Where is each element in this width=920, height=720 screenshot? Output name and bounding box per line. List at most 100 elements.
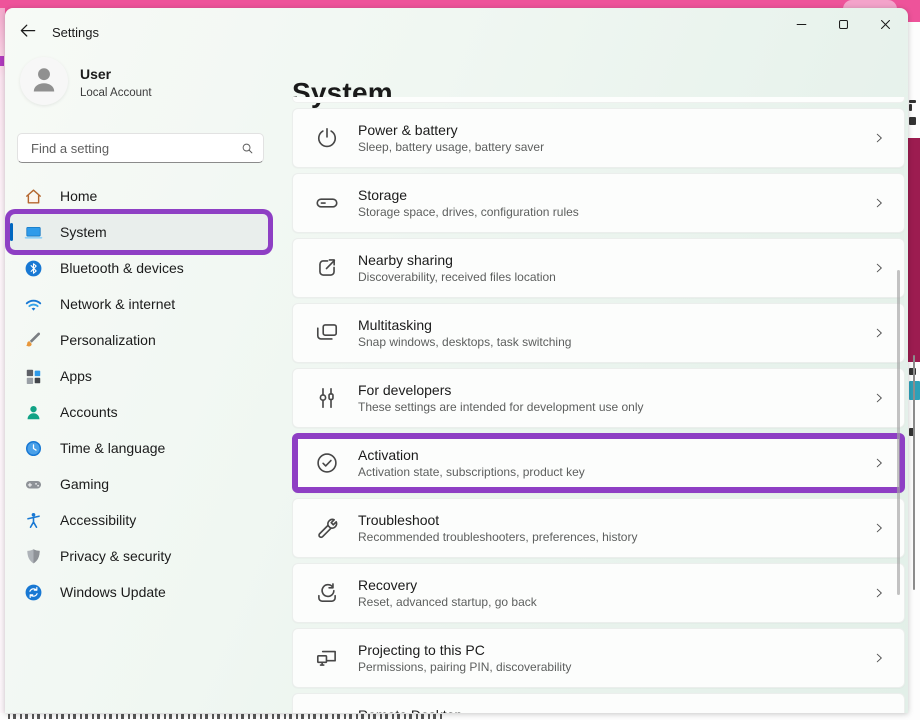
sidebar-item-label: System [60,224,107,240]
row-text: Storage Storage space, drives, configura… [358,187,579,219]
sidebar-item-label: Personalization [60,332,156,348]
settings-row-remote-desktop[interactable]: Remote Desktop [292,693,905,713]
network-icon [24,295,43,314]
settings-row-projecting-to-this-pc[interactable]: Projecting to this PC Permissions, pairi… [292,628,905,688]
page-edge-fragment [909,100,916,103]
sidebar-item-system[interactable]: System [10,214,268,250]
chevron-right-icon [872,586,886,600]
person-icon [27,62,61,101]
chevron-right-icon [872,261,886,275]
search-box[interactable] [17,133,264,163]
row-text: Remote Desktop [358,707,462,714]
sidebar-item-network-internet[interactable]: Network & internet [10,286,268,322]
sidebar-item-gaming[interactable]: Gaming [10,466,268,502]
minimize-button[interactable] [780,10,822,38]
sidebar-item-label: Accounts [60,404,118,420]
row-text: For developers These settings are intend… [358,382,644,414]
selection-pill [10,223,13,241]
settings-row-troubleshoot[interactable]: Troubleshoot Recommended troubleshooters… [292,498,905,558]
sidebar-item-label: Time & language [60,440,165,456]
chevron-right-icon [872,456,886,470]
sidebar-item-home[interactable]: Home [10,178,268,214]
sidebar-item-privacy-security[interactable]: Privacy & security [10,538,268,574]
search-input[interactable] [29,140,240,157]
chevron-right-icon [872,521,886,535]
system-icon [24,223,43,242]
row-text: Projecting to this PC Permissions, pairi… [358,642,571,674]
row-text: Nearby sharing Discoverability, received… [358,252,556,284]
windows-update-icon [24,583,43,602]
search-icon[interactable] [240,141,255,156]
row-title: Activation [358,447,585,463]
activation-icon [314,450,340,476]
settings-row-multitasking[interactable]: Multitasking Snap windows, desktops, tas… [292,303,905,363]
back-button[interactable] [16,18,42,44]
accounts-icon [24,403,43,422]
page-edge-text-fragment [8,714,444,719]
sidebar-item-accounts[interactable]: Accounts [10,394,268,430]
settings-row-power-battery[interactable]: Power & battery Sleep, battery usage, ba… [292,108,905,168]
row-text: Recovery Reset, advanced startup, go bac… [358,577,537,609]
row-title: For developers [358,382,644,398]
sidebar-item-windows-update[interactable]: Windows Update [10,574,268,610]
sidebar-item-apps[interactable]: Apps [10,358,268,394]
settings-row-for-developers[interactable]: For developers These settings are intend… [292,368,905,428]
privacy-security-icon [24,547,43,566]
personalization-icon [24,331,43,350]
settings-row-activation[interactable]: Activation Activation state, subscriptio… [292,433,905,493]
row-title: Remote Desktop [358,707,462,714]
accessibility-icon [24,511,43,530]
chevron-right-icon [872,651,886,665]
home-icon [24,187,43,206]
row-title: Multitasking [358,317,571,333]
sidebar-item-label: Privacy & security [60,548,171,564]
gaming-icon [24,475,43,494]
page-edge-fragment [908,138,920,362]
row-text: Troubleshoot Recommended troubleshooters… [358,512,637,544]
maximize-button[interactable] [822,10,864,38]
storage-icon [314,190,340,216]
row-text: Power & battery Sleep, battery usage, ba… [358,122,544,154]
row-title: Storage [358,187,579,203]
row-text: Activation Activation state, subscriptio… [358,447,585,479]
multitasking-icon [314,320,340,346]
row-subtitle: Recommended troubleshooters, preferences… [358,530,637,544]
row-subtitle: Activation state, subscriptions, product… [358,465,585,479]
chevron-right-icon [872,391,886,405]
sidebar-item-label: Gaming [60,476,109,492]
row-title: Troubleshoot [358,512,637,528]
settings-row-nearby-sharing[interactable]: Nearby sharing Discoverability, received… [292,238,905,298]
troubleshoot-icon [314,515,340,541]
sidebar-nav: Home System Bluetooth & devices Network … [10,178,268,610]
sidebar-item-time-language[interactable]: Time & language [10,430,268,466]
bluetooth-icon [24,259,43,278]
minimize-icon [792,15,811,34]
row-subtitle: Storage space, drives, configuration rul… [358,205,579,219]
settings-scrollbar[interactable] [897,270,900,595]
settings-row-storage[interactable]: Storage Storage space, drives, configura… [292,173,905,233]
row-text: Multitasking Snap windows, desktops, tas… [358,317,571,349]
avatar[interactable] [20,57,68,105]
sidebar-item-personalization[interactable]: Personalization [10,322,268,358]
recovery-icon [314,580,340,606]
nearby-sharing-icon [314,255,340,281]
settings-row-recovery[interactable]: Recovery Reset, advanced startup, go bac… [292,563,905,623]
back-arrow-icon [18,21,40,41]
user-name: User [80,66,111,82]
sidebar-item-label: Accessibility [60,512,136,528]
chevron-right-icon [872,326,886,340]
close-button[interactable] [864,10,906,38]
chevron-right-icon [872,131,886,145]
sidebar-item-label: Home [60,188,97,204]
user-account-type: Local Account [80,87,152,99]
sidebar-item-accessibility[interactable]: Accessibility [10,502,268,538]
row-subtitle: Snap windows, desktops, task switching [358,335,571,349]
page-edge-fragment [909,104,912,111]
row-subtitle: Reset, advanced startup, go back [358,595,537,609]
sidebar-item-bluetooth-devices[interactable]: Bluetooth & devices [10,250,268,286]
sidebar-item-label: Bluetooth & devices [60,260,184,276]
row-subtitle: Discoverability, received files location [358,270,556,284]
row-title: Recovery [358,577,537,593]
maximize-icon [834,15,853,34]
browser-scrollbar[interactable] [913,355,915,590]
